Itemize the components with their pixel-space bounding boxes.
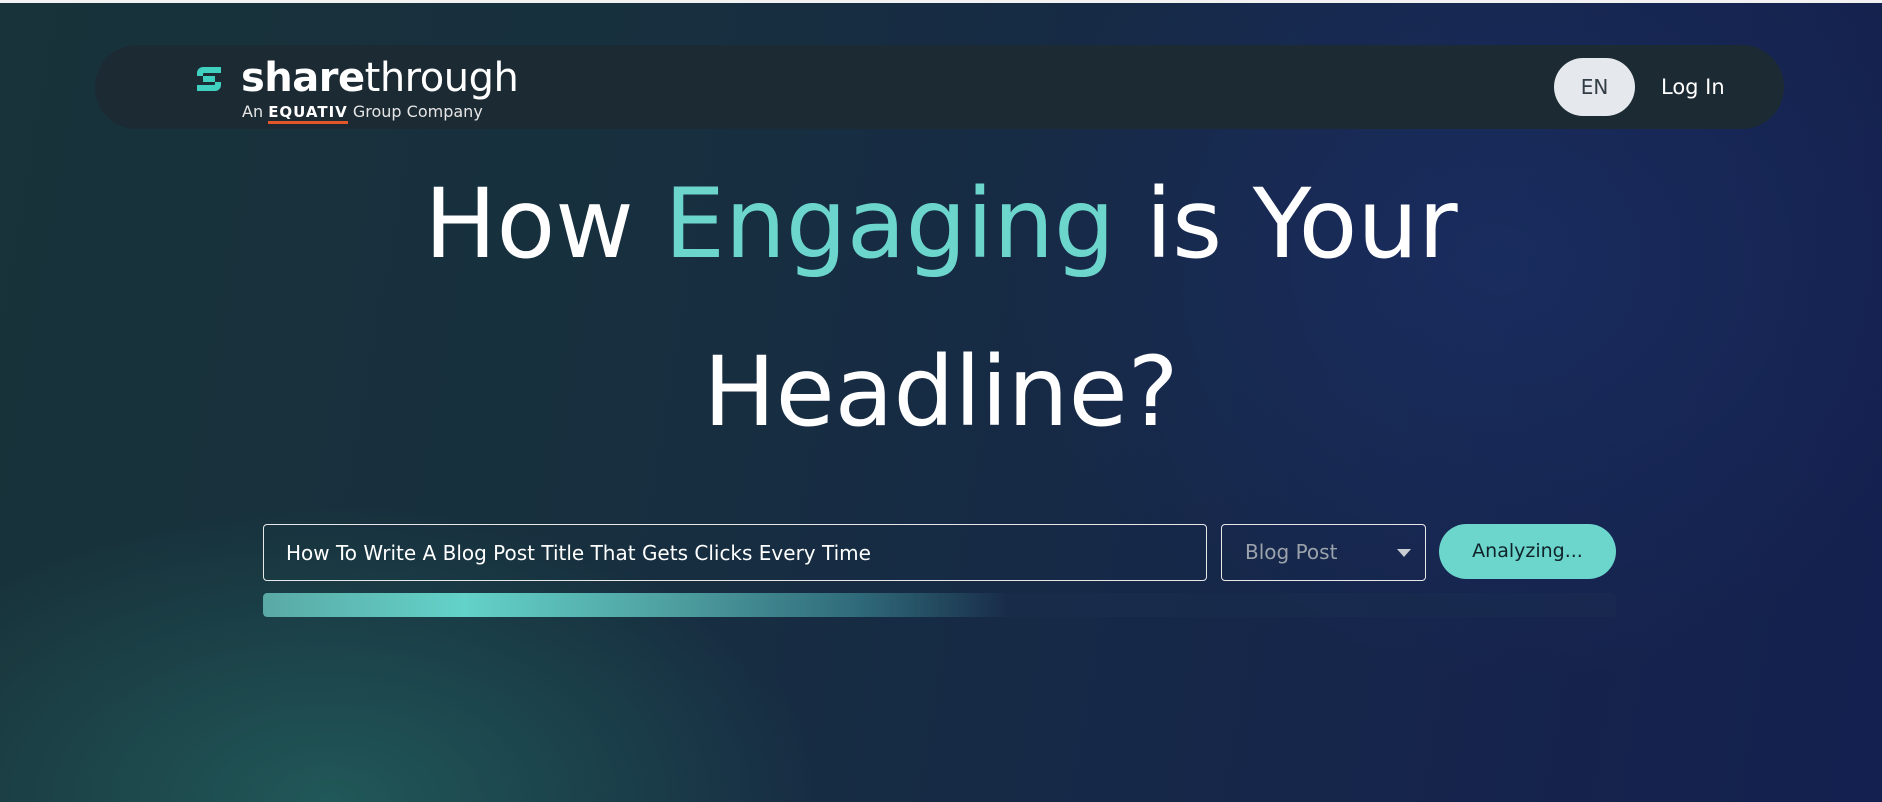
title-part-2: is Your [1145, 168, 1458, 280]
logo-tagline: An EQUATIV Group Company [242, 102, 483, 124]
logo-wordmark-bold: share [241, 55, 365, 101]
logo-tagline-prefix: An [242, 102, 264, 121]
content-type-select[interactable]: Blog Post [1221, 524, 1426, 581]
sharethrough-logo-icon [197, 67, 221, 91]
analyze-button[interactable]: Analyzing... [1439, 524, 1616, 579]
logo-wordmark: sharethrough [241, 53, 519, 103]
title-accent: Engaging [664, 168, 1115, 280]
logo-tagline-suffix: Group Company [352, 102, 483, 121]
logo-wordmark-light: through [364, 55, 519, 101]
login-link[interactable]: Log In [1661, 58, 1725, 116]
headline-input[interactable] [263, 524, 1207, 581]
analysis-progress-fill [263, 593, 1008, 617]
title-part-1: How [424, 168, 634, 280]
language-button[interactable]: EN [1554, 58, 1635, 116]
analysis-progress-bar [263, 593, 1616, 617]
equativ-brand-logo: EQUATIV [268, 103, 348, 124]
page-title: How Engaging is Your Headline? [0, 140, 1882, 476]
top-border [0, 0, 1882, 3]
sharethrough-logo[interactable]: sharethrough An EQUATIV Group Company [193, 53, 519, 124]
caret-down-icon [1397, 549, 1411, 557]
title-line-2: Headline? [703, 336, 1179, 448]
navbar: sharethrough An EQUATIV Group Company EN… [95, 45, 1784, 129]
content-type-value: Blog Post [1245, 540, 1338, 564]
